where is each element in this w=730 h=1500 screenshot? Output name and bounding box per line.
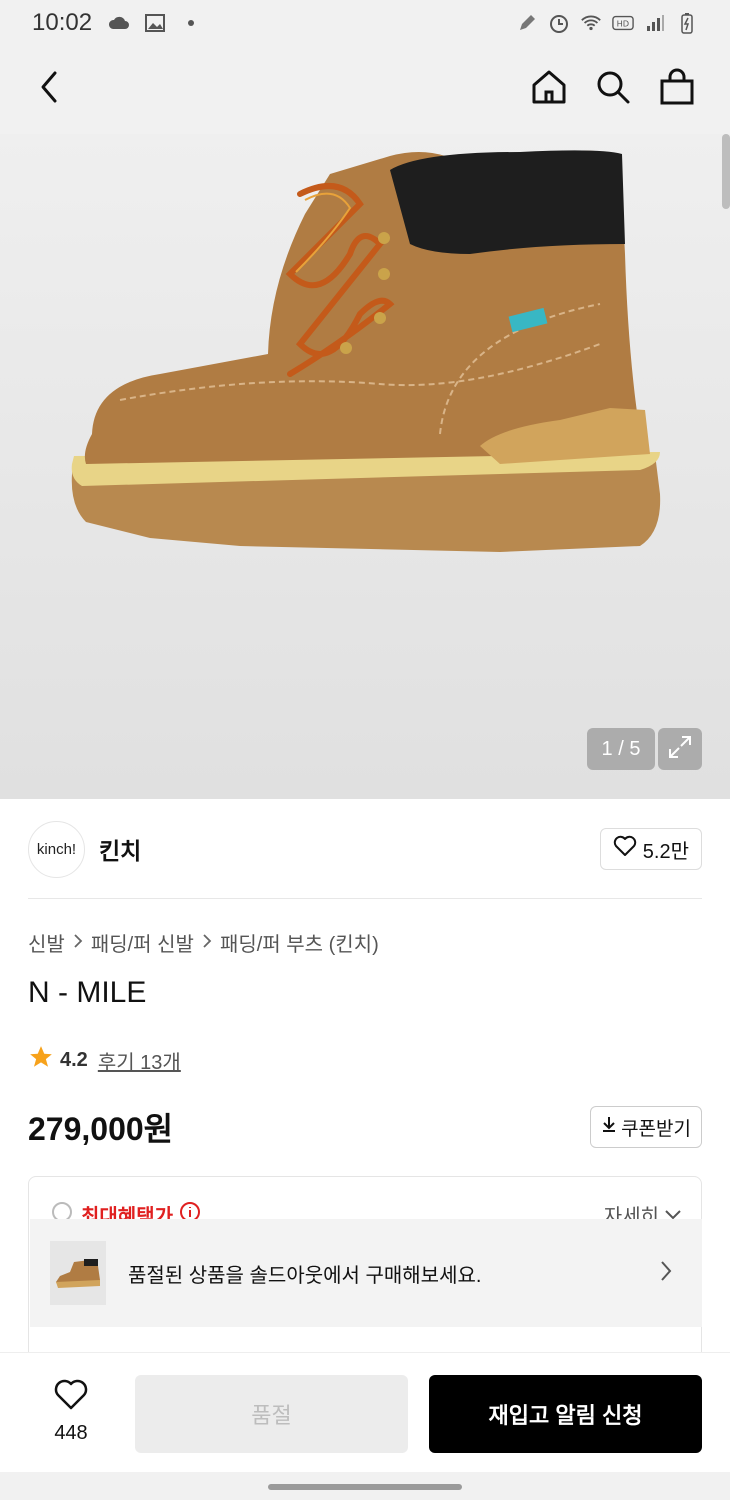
breadcrumb-item[interactable]: 신발 — [28, 928, 65, 957]
brand-logo-text: kinch! — [36, 840, 77, 858]
image-page-indicator: 1 / 5 — [587, 728, 655, 770]
wishlist-button[interactable]: 448 — [40, 1379, 102, 1449]
coupon-button[interactable]: 쿠폰받기 — [590, 1106, 702, 1148]
brand-logo[interactable]: kinch! — [28, 820, 85, 878]
status-left-icons — [108, 12, 202, 34]
heart-icon — [613, 835, 637, 863]
breadcrumb: 신발 패딩/퍼 신발 패딩/퍼 부츠 (킨치) — [28, 928, 379, 957]
expand-icon — [667, 734, 693, 765]
soldout-button: 품절 — [135, 1375, 408, 1453]
app-header — [0, 46, 730, 134]
cart-button[interactable] — [654, 66, 700, 112]
bag-icon — [658, 68, 696, 111]
review-link[interactable]: 후기 13개 — [98, 1046, 181, 1075]
product-price: 279,000원 — [28, 1111, 174, 1147]
status-right-icons: HD — [516, 12, 698, 34]
signal-icon — [644, 12, 666, 34]
home-indicator[interactable] — [268, 1484, 462, 1490]
brand-like-count: 5.2만 — [642, 840, 689, 863]
brand-name[interactable]: 킨치 — [99, 832, 141, 866]
home-icon — [530, 68, 568, 111]
status-time: 10:02 — [32, 9, 93, 36]
rating-row: 4.2 후기 13개 — [28, 1044, 181, 1076]
battery-icon — [676, 12, 698, 34]
coupon-label: 쿠폰받기 — [621, 1118, 691, 1140]
soldout-banner[interactable]: 품절된 상품을 솔드아웃에서 구매해보세요. — [30, 1219, 702, 1327]
breadcrumb-item[interactable]: 패딩/퍼 신발 — [91, 928, 194, 957]
back-icon — [37, 69, 61, 110]
hd-icon: HD — [612, 12, 634, 34]
brand-row: kinch! 킨치 5.2만 — [28, 820, 702, 878]
chevron-right-icon — [660, 1260, 672, 1287]
chevron-right-icon — [202, 931, 212, 954]
status-bar: 10:02 HD — [0, 0, 730, 46]
expand-image-button[interactable] — [658, 728, 702, 770]
chevron-right-icon — [73, 931, 83, 954]
product-image-gallery[interactable]: 1 / 5 — [0, 134, 730, 799]
brand-like-button[interactable]: 5.2만 — [599, 828, 702, 870]
product-title: N - MILE — [28, 976, 147, 1009]
product-image — [71, 150, 661, 552]
divider — [28, 898, 702, 899]
back-button[interactable] — [26, 66, 72, 112]
cloud-icon — [108, 12, 130, 34]
bottom-action-bar: 448 품절 재입고 알림 신청 — [0, 1352, 730, 1472]
dot-icon — [180, 12, 202, 34]
wishlist-count: 448 — [54, 1422, 88, 1444]
search-button[interactable] — [590, 66, 636, 112]
wifi-icon — [580, 12, 602, 34]
banner-thumbnail — [50, 1241, 106, 1305]
breadcrumb-item[interactable]: 패딩/퍼 부츠 (킨치) — [220, 928, 379, 957]
gallery-icon — [144, 12, 166, 34]
alarm-icon — [548, 12, 570, 34]
page-scrollbar[interactable] — [722, 134, 730, 209]
pencil-icon — [516, 12, 538, 34]
soldout-banner-text: 품절된 상품을 솔드아웃에서 구매해보세요. — [128, 1264, 482, 1287]
star-icon — [28, 1044, 54, 1076]
download-icon — [601, 1115, 617, 1139]
svg-text:HD: HD — [617, 19, 630, 29]
home-button[interactable] — [526, 66, 572, 112]
price-row: 279,000원 쿠폰받기 — [28, 1104, 702, 1150]
search-icon — [594, 68, 632, 111]
system-nav-bar — [0, 1472, 730, 1500]
restock-alert-button[interactable]: 재입고 알림 신청 — [429, 1375, 702, 1453]
heart-icon — [53, 1379, 89, 1416]
rating-value: 4.2 — [60, 1048, 88, 1071]
